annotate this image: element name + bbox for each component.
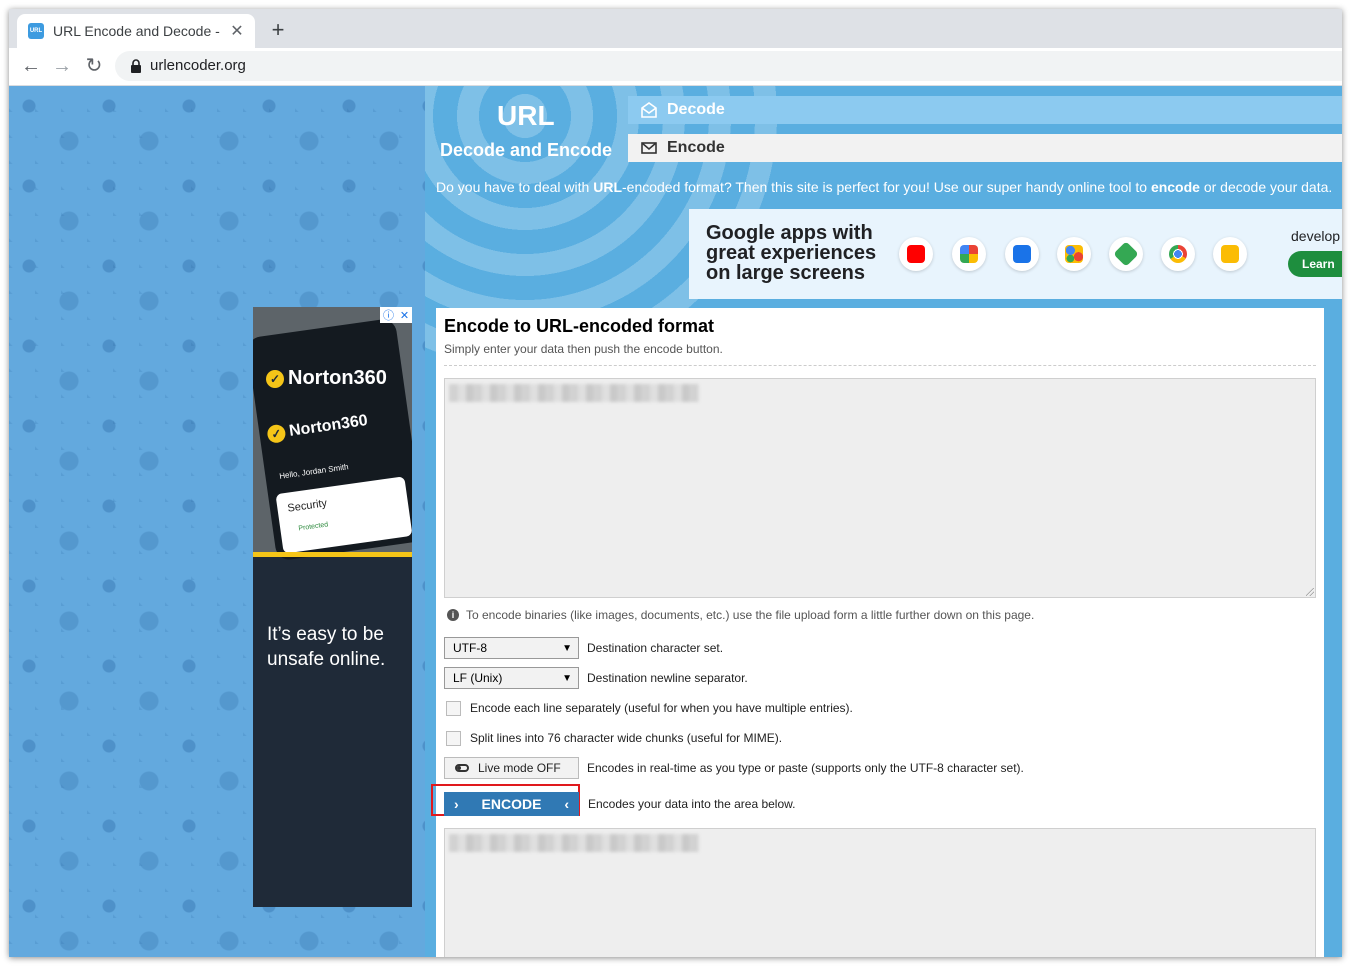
browser-tab[interactable]: URL URL Encode and Decode - ✕	[17, 14, 255, 48]
panel-title: Encode to URL-encoded format	[444, 316, 715, 336]
chevron-down-icon: ▼	[562, 672, 572, 684]
each-line-label: Encode each line separately (useful for …	[470, 701, 853, 715]
redacted-output-text	[449, 834, 699, 852]
input-textarea[interactable]	[444, 378, 1316, 598]
photos-icon	[952, 237, 986, 271]
chevron-left-icon: ‹	[564, 796, 569, 812]
meet-icon	[1005, 237, 1039, 271]
forward-button[interactable]: →	[50, 54, 74, 78]
encode-panel: Encode to URL-encoded format Simply ente…	[431, 308, 1324, 957]
close-tab-icon[interactable]: ✕	[229, 21, 245, 41]
each-line-checkbox[interactable]	[446, 700, 461, 716]
toggle-icon	[455, 764, 469, 772]
live-mode-description: Encodes in real-time as you type or past…	[587, 761, 1024, 775]
ad-info-icon[interactable]: ⓘ	[383, 307, 394, 323]
split-lines-row: Split lines into 76 character wide chunk…	[444, 727, 782, 749]
youtube-icon	[899, 237, 933, 271]
newline-select[interactable]: LF (Unix) ▼	[444, 667, 579, 689]
assistant-icon	[1057, 237, 1091, 271]
encode-button-label: ENCODE	[481, 796, 542, 812]
address-bar[interactable]: urlencoder.org	[115, 51, 1342, 81]
tab-strip: URL URL Encode and Decode - ✕ +	[9, 9, 1342, 48]
charset-value: UTF-8	[453, 641, 487, 655]
charset-row: UTF-8 ▼ Destination character set.	[444, 637, 723, 659]
encode-description: Encodes your data into the area below.	[588, 797, 796, 811]
protected-label: Protected	[298, 521, 329, 533]
check-icon: ✓	[266, 423, 287, 444]
norton-logo: ✓ Norton360	[266, 367, 387, 390]
live-mode-label: Live mode OFF	[478, 761, 561, 775]
output-textarea[interactable]	[444, 828, 1316, 957]
redacted-input-text	[449, 384, 699, 402]
nav-decode[interactable]: Decode	[628, 96, 1342, 124]
charset-label: Destination character set.	[587, 641, 724, 655]
charset-select[interactable]: UTF-8 ▼	[444, 637, 579, 659]
security-label: Security	[286, 497, 328, 515]
google-ad-banner[interactable]: Google apps with great experiences on la…	[689, 209, 1342, 299]
lock-icon	[131, 59, 141, 73]
live-mode-button[interactable]: Live mode OFF	[444, 757, 579, 779]
google-ad-dev-text: develop	[1291, 228, 1341, 244]
learn-more-button[interactable]: Learn	[1288, 251, 1342, 277]
page-viewport: ✓ Norton360 ✓ Norton360 Hello, Jordan Sm…	[9, 86, 1342, 957]
browser-toolbar: ← → ↻ urlencoder.org	[9, 48, 1342, 86]
norton-ad-image: ✓ Norton360 ✓ Norton360 Hello, Jordan Sm…	[253, 307, 412, 562]
divider	[444, 365, 1316, 366]
split-lines-checkbox[interactable]	[446, 730, 461, 746]
resize-handle[interactable]	[1306, 588, 1314, 596]
panel-subtitle: Simply enter your data then push the enc…	[444, 342, 723, 356]
encode-button[interactable]: › ENCODE ‹	[444, 792, 579, 816]
new-tab-button[interactable]: +	[267, 17, 289, 43]
keep-icon	[1213, 237, 1247, 271]
google-ad-headline: Google apps with great experiences on la…	[706, 222, 877, 284]
envelope-open-icon	[641, 102, 657, 118]
chevron-right-icon: ›	[454, 796, 459, 812]
chevron-down-icon: ▼	[562, 642, 572, 654]
browser-window: URL URL Encode and Decode - ✕ + ← → ↻ ur…	[9, 9, 1342, 957]
url-text: urlencoder.org	[150, 57, 246, 74]
norton-brand-text: Norton360	[288, 367, 387, 389]
maps-icon	[1109, 237, 1143, 271]
reload-button[interactable]: ↻	[82, 54, 106, 78]
ad-choices[interactable]: ⓘ ✕	[380, 307, 412, 323]
info-icon: i	[447, 609, 459, 621]
newline-row: LF (Unix) ▼ Destination newline separato…	[444, 667, 748, 689]
nav-decode-label: Decode	[667, 101, 725, 118]
tab-title: URL Encode and Decode -	[53, 23, 220, 39]
chrome-icon	[1161, 237, 1195, 271]
norton-ad[interactable]: ✓ Norton360 ✓ Norton360 Hello, Jordan Sm…	[253, 307, 412, 907]
favicon-icon: URL	[28, 23, 44, 39]
norton-slogan: It’s easy to be unsafe online.	[267, 624, 386, 670]
each-line-row: Encode each line separately (useful for …	[444, 697, 853, 719]
site-logo[interactable]: URL	[497, 100, 555, 132]
main-column: URL Decode and Encode Decode Encode Do y…	[425, 86, 1342, 957]
newline-label: Destination newline separator.	[587, 671, 748, 685]
newline-value: LF (Unix)	[453, 671, 503, 685]
live-mode-row: Live mode OFF Encodes in real-time as yo…	[444, 757, 1024, 779]
back-button[interactable]: ←	[19, 54, 43, 78]
nav-encode[interactable]: Encode	[628, 134, 1342, 162]
intro-text: Do you have to deal with URL-encoded for…	[436, 179, 1333, 195]
site-tagline: Decode and Encode	[440, 140, 613, 160]
hint-text: To encode binaries (like images, documen…	[466, 608, 1035, 622]
ad-close-icon[interactable]: ✕	[400, 309, 409, 322]
envelope-icon	[641, 142, 657, 154]
binary-hint: i To encode binaries (like images, docum…	[447, 608, 1034, 622]
check-icon: ✓	[266, 369, 284, 388]
split-lines-label: Split lines into 76 character wide chunk…	[470, 731, 783, 745]
nav-encode-label: Encode	[667, 139, 725, 156]
norton-stripe	[253, 552, 412, 557]
